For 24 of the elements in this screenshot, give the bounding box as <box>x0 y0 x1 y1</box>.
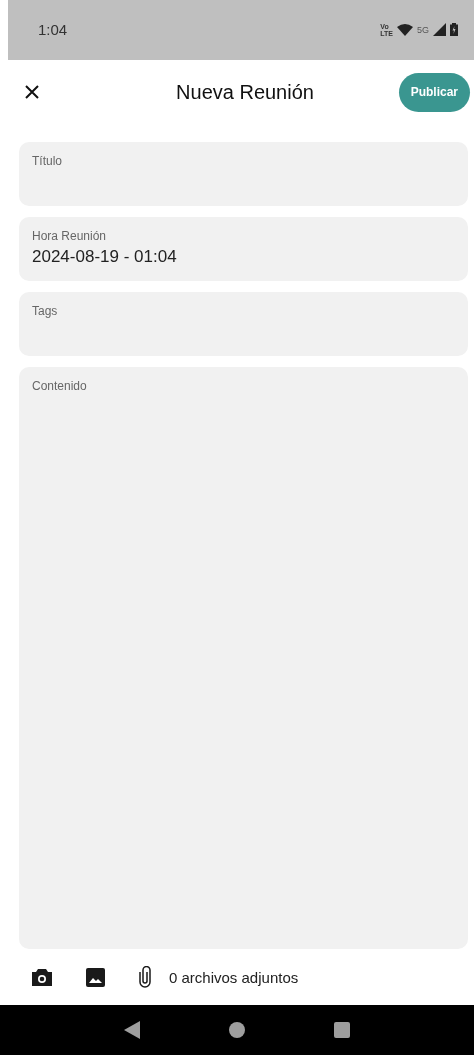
camera-icon <box>32 968 52 986</box>
image-icon <box>86 967 105 987</box>
attachment-count: 0 archivos adjuntos <box>169 968 299 986</box>
home-icon <box>229 1022 245 1039</box>
back-icon <box>124 1021 141 1040</box>
text-area[interactable]: Contenido <box>19 367 468 950</box>
field-label: Título <box>32 154 63 169</box>
signal-icon <box>433 23 446 37</box>
input-field[interactable]: Hora Reunión 2024-08-19 - 01:04 <box>19 217 468 282</box>
field-value: 2024-08-19 - 01:04 <box>32 247 178 268</box>
field-label: Contenido <box>32 379 88 394</box>
input-field[interactable]: Tags <box>19 292 468 357</box>
screen-title: Nueva Reunión <box>176 80 314 104</box>
field-label: Tags <box>32 304 59 319</box>
field-label: Hora Reunión <box>32 229 108 244</box>
publish-button[interactable]: Publicar <box>398 72 470 112</box>
input-field[interactable]: Título <box>19 142 468 207</box>
close-icon <box>24 84 40 101</box>
paperclip-icon <box>139 966 151 989</box>
network-label: 5G <box>417 24 429 35</box>
recents-icon <box>333 1022 350 1039</box>
wifi-icon <box>397 23 413 36</box>
clock-time: 1:04 <box>38 21 68 39</box>
battery-icon <box>450 23 458 37</box>
